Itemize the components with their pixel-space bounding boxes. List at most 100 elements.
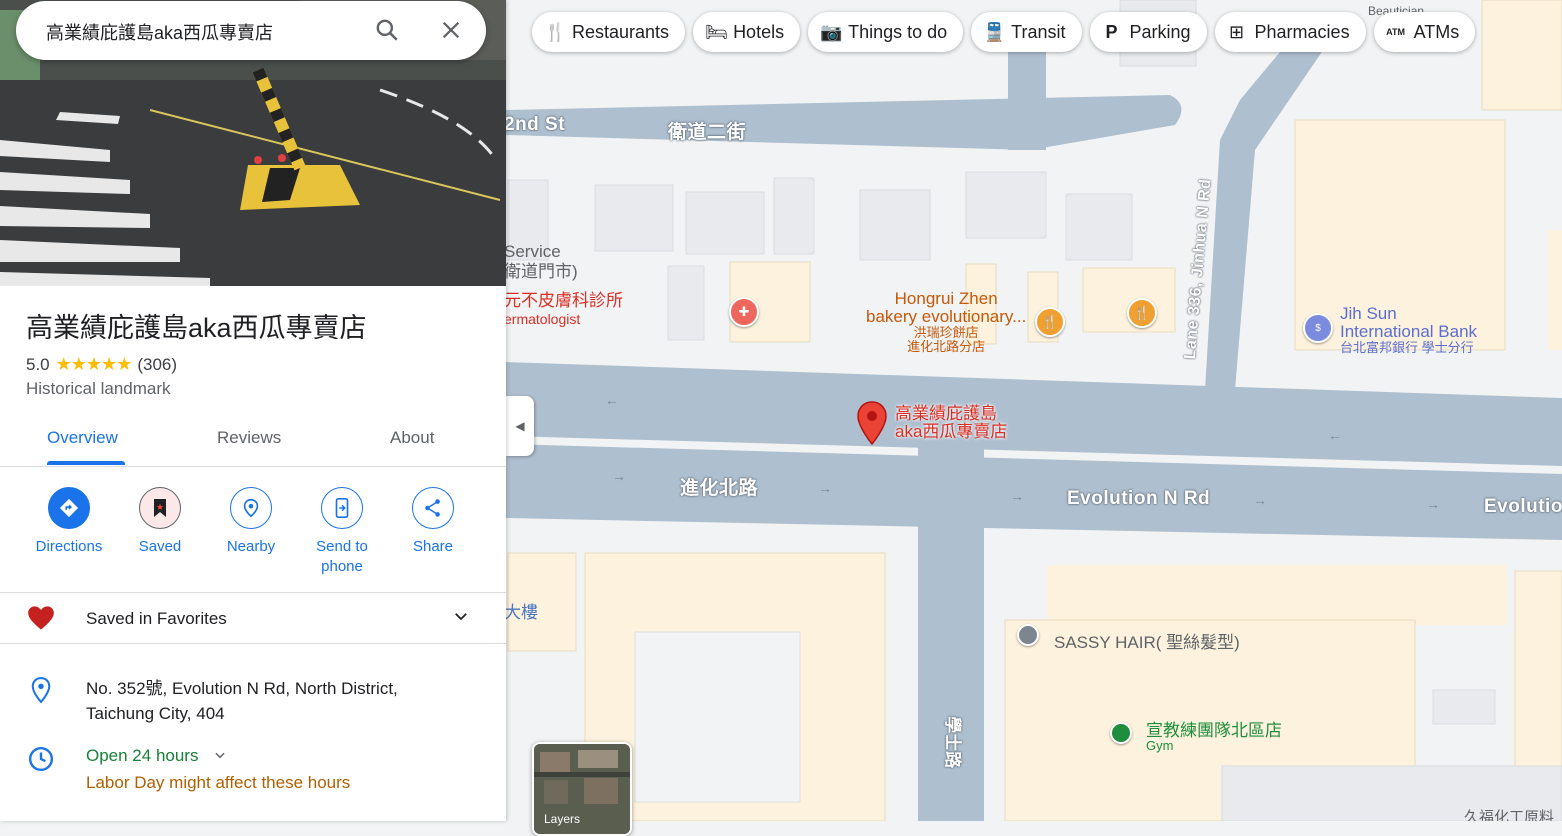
close-icon[interactable] [436, 15, 466, 45]
search-icon[interactable] [372, 15, 402, 45]
chip-label: Transit [1011, 21, 1066, 42]
poi-jiufu[interactable]: 久福化工原料 [1464, 806, 1554, 821]
heart-icon [27, 605, 55, 636]
layers-label: Layers [544, 812, 581, 826]
chip-label: Restaurants [572, 21, 670, 42]
saved-button[interactable]: Saved [115, 487, 205, 557]
rating-value: 5.0 [26, 354, 50, 374]
poi-gym-category: Gym [1146, 738, 1174, 753]
train-icon: 🚆 [983, 21, 1006, 42]
category-chips: 🍴 Restaurants 🛏 Hotels 📷 Things to do 🚆 Tran… [532, 12, 1476, 52]
hours-holiday-note: Labor Day might affect these hours [86, 773, 351, 792]
place-tabs: Overview Reviews About [0, 416, 506, 467]
poi-dermatologist-category: ermatologist [504, 311, 581, 327]
chip-atms[interactable]: ATM ATMs [1373, 12, 1476, 52]
tab-reviews[interactable]: Reviews [217, 428, 281, 448]
place-hero-photo[interactable]: 高業績庇護島aka西瓜專賣店 [0, 0, 506, 286]
clock-icon [28, 746, 54, 777]
road-label-xueshi: 學士路 [942, 716, 962, 769]
search-input[interactable]: 高業績庇護島aka西瓜專賣店 [46, 19, 273, 45]
collapse-panel-button[interactable]: ◀ [506, 396, 534, 456]
chip-restaurants[interactable]: 🍴 Restaurants [532, 12, 686, 52]
poi-dermatologist[interactable]: 元不皮膚科診所 ermatologist [504, 292, 623, 328]
saved-list-label: Saved in Favorites [86, 609, 227, 628]
address-text[interactable]: No. 352號, Evolution N Rd, North District… [86, 676, 446, 726]
saved-list-row[interactable]: Saved in Favorites [0, 593, 506, 643]
chip-hotels[interactable]: 🛏 Hotels [693, 12, 801, 52]
poi-sassy-hair[interactable]: SASSY HAIR( 聖絲髮型) [1054, 628, 1240, 653]
chip-label: Pharmacies [1254, 21, 1350, 42]
chevron-down-icon[interactable] [452, 607, 470, 630]
place-category[interactable]: Historical landmark [26, 379, 171, 399]
hours-status-text: Open 24 hours [86, 746, 199, 765]
directions-button[interactable]: Directions [24, 487, 114, 557]
caret-left-icon: ◀ [515, 419, 525, 433]
phone-icon [321, 487, 363, 529]
poi-hongrui-bakery[interactable]: Hongrui Zhen bakery evolutionary... 洪瑞珍餅… [866, 290, 1026, 354]
chip-label: Things to do [848, 21, 948, 42]
bank-pin-icon[interactable]: $ [1303, 313, 1333, 343]
chip-transit[interactable]: 🚆 Transit [971, 12, 1082, 52]
chevron-down-icon[interactable] [213, 747, 227, 767]
poi-service-label-zh: 衛道門市) [504, 262, 578, 281]
fork-knife-icon: 🍴 [544, 21, 567, 42]
review-count[interactable]: (306) [137, 355, 177, 375]
poi-bank-zh: 台北富邦銀行 學士分行 [1340, 340, 1474, 355]
road-label-evolution-en: Evolution N Rd [1067, 488, 1211, 509]
search-box[interactable]: 高業績庇護島aka西瓜專賣店 [16, 1, 486, 60]
rating-row[interactable]: 5.0 ★★★★★ (306) [26, 354, 177, 375]
selected-place-label[interactable]: 高業績庇護島 aka西瓜專賣店 [895, 405, 1007, 441]
medical-pin-icon[interactable]: ✚ [729, 297, 759, 327]
active-tab-indicator [47, 461, 125, 465]
chip-pharmacies[interactable]: ⊞ Pharmacies [1214, 12, 1366, 52]
share-icon [412, 487, 454, 529]
saved-label: Saved [138, 538, 182, 555]
selected-place-pin-icon[interactable] [856, 400, 888, 446]
camera-icon: 📷 [820, 21, 843, 42]
hours-status[interactable]: Open 24 hours [86, 746, 227, 767]
poi-bank-name-2: International Bank [1340, 322, 1478, 341]
restaurant-pin-icon[interactable]: 🍴 [1127, 298, 1157, 328]
tab-about[interactable]: About [390, 428, 434, 448]
poi-hongrui-name-2: bakery evolutionary... [866, 307, 1027, 326]
restaurant-pin-icon[interactable]: 🍴 [1035, 307, 1065, 337]
tab-overview[interactable]: Overview [47, 428, 118, 448]
parking-icon: P [1105, 21, 1118, 42]
shop-pin-icon[interactable] [1017, 624, 1039, 646]
poi-gym[interactable]: 宣教練團隊北區店 Gym [1146, 722, 1282, 753]
chip-label: Parking [1129, 21, 1191, 42]
layers-button[interactable]: Layers [532, 742, 632, 836]
chip-label: Hotels [733, 21, 785, 42]
atm-icon: ATM [1386, 27, 1405, 37]
nearby-icon [230, 487, 272, 529]
poi-service[interactable]: Service 衛道門市) [504, 242, 578, 282]
send-to-phone-button[interactable]: Send to phone [297, 487, 387, 577]
oneway-arrow-icon: ← [605, 392, 619, 408]
directions-label: Directions [35, 538, 103, 555]
chip-parking[interactable]: P Parking [1089, 12, 1207, 52]
road-label-evolution-en-2: Evolutio [1484, 496, 1562, 517]
nearby-label: Nearby [226, 538, 276, 555]
oneway-arrow-icon: → [1426, 496, 1440, 512]
directions-icon [48, 487, 90, 529]
bookmark-icon [139, 487, 181, 529]
poi-building[interactable]: 大樓 [504, 598, 538, 623]
send-to-phone-label: Send to phone [316, 538, 368, 575]
poi-jih-sun-bank[interactable]: Jih Sun International Bank 台北富邦銀行 學士分行 [1340, 305, 1477, 355]
selected-place-label-1: 高業績庇護島 [895, 404, 997, 423]
oneway-arrow-icon: → [612, 468, 626, 484]
oneway-arrow-icon: → [1253, 492, 1267, 508]
oneway-arrow-icon: → [818, 480, 832, 496]
oneway-arrow-icon: → [1010, 488, 1024, 504]
share-button[interactable]: Share [388, 487, 478, 557]
poi-bank-name-1: Jih Sun [1340, 304, 1397, 323]
chip-things-to-do[interactable]: 📷 Things to do [808, 12, 964, 52]
place-panel: 高業績庇護島aka西瓜專賣店 高業績庇護島aka西瓜專賣店 5.0 ★★★★★ … [0, 0, 506, 821]
gym-pin-icon[interactable] [1110, 722, 1132, 744]
poi-hongrui-zh-1: 洪瑞珍餅店 [913, 325, 979, 340]
chip-label: ATMs [1413, 21, 1460, 42]
road-label-2nd-st: 2nd St [504, 114, 566, 135]
nearby-button[interactable]: Nearby [206, 487, 296, 557]
poi-hongrui-name-1: Hongrui Zhen [894, 289, 998, 308]
bed-icon: 🛏 [705, 21, 728, 42]
